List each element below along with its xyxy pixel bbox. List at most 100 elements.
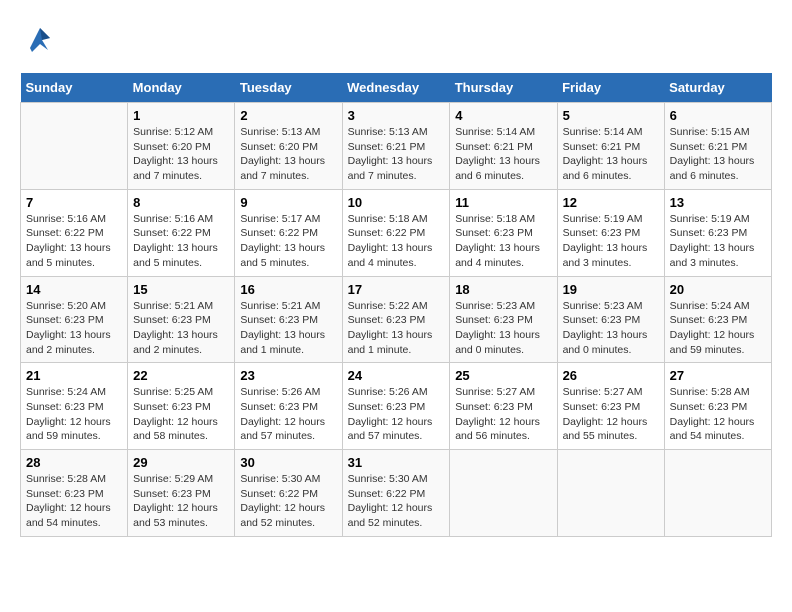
day-info: Sunrise: 5:22 AM Sunset: 6:23 PM Dayligh… xyxy=(348,299,445,358)
calendar-cell: 29 Sunrise: 5:29 AM Sunset: 6:23 PM Dayli… xyxy=(128,450,235,537)
day-info: Sunrise: 5:14 AM Sunset: 6:21 PM Dayligh… xyxy=(563,125,659,184)
day-info: Sunrise: 5:26 AM Sunset: 6:23 PM Dayligh… xyxy=(348,385,445,444)
day-info: Sunrise: 5:29 AM Sunset: 6:23 PM Dayligh… xyxy=(133,472,229,531)
calendar-cell: 31 Sunrise: 5:30 AM Sunset: 6:22 PM Dayli… xyxy=(342,450,450,537)
logo xyxy=(20,20,60,63)
day-number: 8 xyxy=(133,195,229,210)
calendar-cell: 7 Sunrise: 5:16 AM Sunset: 6:22 PM Daylig… xyxy=(21,189,128,276)
calendar-cell: 21Sunrise: 5:24 AM Sunset: 6:23 PM Dayli… xyxy=(21,363,128,450)
calendar-cell: 5 Sunrise: 5:14 AM Sunset: 6:21 PM Daylig… xyxy=(557,103,664,190)
day-info: Sunrise: 5:14 AM Sunset: 6:21 PM Dayligh… xyxy=(455,125,551,184)
day-number: 31 xyxy=(348,455,445,470)
day-number: 23 xyxy=(240,368,336,383)
calendar-week-row: 7 Sunrise: 5:16 AM Sunset: 6:22 PM Daylig… xyxy=(21,189,772,276)
day-info: Sunrise: 5:18 AM Sunset: 6:23 PM Dayligh… xyxy=(455,212,551,271)
day-info: Sunrise: 5:19 AM Sunset: 6:23 PM Dayligh… xyxy=(563,212,659,271)
page-header xyxy=(20,20,772,63)
calendar-cell xyxy=(21,103,128,190)
day-number: 1 xyxy=(133,108,229,123)
calendar-cell: 2 Sunrise: 5:13 AM Sunset: 6:20 PM Daylig… xyxy=(235,103,342,190)
day-info: Sunrise: 5:21 AM Sunset: 6:23 PM Dayligh… xyxy=(133,299,229,358)
day-number: 4 xyxy=(455,108,551,123)
weekday-header-row: SundayMondayTuesdayWednesdayThursdayFrid… xyxy=(21,73,772,103)
calendar-cell: 23 Sunrise: 5:26 AM Sunset: 6:23 PM Dayli… xyxy=(235,363,342,450)
day-info: Sunrise: 5:30 AM Sunset: 6:22 PM Dayligh… xyxy=(348,472,445,531)
weekday-header-wednesday: Wednesday xyxy=(342,73,450,103)
weekday-header-sunday: Sunday xyxy=(21,73,128,103)
day-number: 13 xyxy=(670,195,766,210)
day-number: 17 xyxy=(348,282,445,297)
weekday-header-saturday: Saturday xyxy=(664,73,771,103)
day-number: 5 xyxy=(563,108,659,123)
day-info: Sunrise: 5:28 AM Sunset: 6:23 PM Dayligh… xyxy=(670,385,766,444)
calendar-cell: 17 Sunrise: 5:22 AM Sunset: 6:23 PM Dayli… xyxy=(342,276,450,363)
day-number: 14 xyxy=(26,282,122,297)
day-number: 10 xyxy=(348,195,445,210)
calendar-cell xyxy=(450,450,557,537)
calendar-cell: 11 Sunrise: 5:18 AM Sunset: 6:23 PM Dayli… xyxy=(450,189,557,276)
day-number: 18 xyxy=(455,282,551,297)
calendar-cell: 3 Sunrise: 5:13 AM Sunset: 6:21 PM Daylig… xyxy=(342,103,450,190)
day-number: 3 xyxy=(348,108,445,123)
calendar-week-row: 1 Sunrise: 5:12 AM Sunset: 6:20 PM Daylig… xyxy=(21,103,772,190)
day-number: 12 xyxy=(563,195,659,210)
calendar-cell: 27 Sunrise: 5:28 AM Sunset: 6:23 PM Dayli… xyxy=(664,363,771,450)
day-number: 28 xyxy=(26,455,122,470)
calendar-week-row: 28 Sunrise: 5:28 AM Sunset: 6:23 PM Dayli… xyxy=(21,450,772,537)
calendar-cell: 8Sunrise: 5:16 AM Sunset: 6:22 PM Daylig… xyxy=(128,189,235,276)
day-info: Sunrise: 5:23 AM Sunset: 6:23 PM Dayligh… xyxy=(563,299,659,358)
day-info: Sunrise: 5:13 AM Sunset: 6:20 PM Dayligh… xyxy=(240,125,336,184)
day-info: Sunrise: 5:20 AM Sunset: 6:23 PM Dayligh… xyxy=(26,299,122,358)
day-number: 6 xyxy=(670,108,766,123)
weekday-header-thursday: Thursday xyxy=(450,73,557,103)
day-info: Sunrise: 5:16 AM Sunset: 6:22 PM Dayligh… xyxy=(26,212,122,271)
calendar-cell: 16 Sunrise: 5:21 AM Sunset: 6:23 PM Dayli… xyxy=(235,276,342,363)
day-info: Sunrise: 5:13 AM Sunset: 6:21 PM Dayligh… xyxy=(348,125,445,184)
day-info: Sunrise: 5:24 AM Sunset: 6:23 PM Dayligh… xyxy=(670,299,766,358)
day-info: Sunrise: 5:26 AM Sunset: 6:23 PM Dayligh… xyxy=(240,385,336,444)
calendar-cell: 10 Sunrise: 5:18 AM Sunset: 6:22 PM Dayli… xyxy=(342,189,450,276)
calendar-cell: 4 Sunrise: 5:14 AM Sunset: 6:21 PM Daylig… xyxy=(450,103,557,190)
calendar-cell: 22Sunrise: 5:25 AM Sunset: 6:23 PM Dayli… xyxy=(128,363,235,450)
calendar-cell: 14 Sunrise: 5:20 AM Sunset: 6:23 PM Dayli… xyxy=(21,276,128,363)
day-number: 27 xyxy=(670,368,766,383)
calendar-week-row: 21Sunrise: 5:24 AM Sunset: 6:23 PM Dayli… xyxy=(21,363,772,450)
calendar-cell: 18 Sunrise: 5:23 AM Sunset: 6:23 PM Dayli… xyxy=(450,276,557,363)
calendar-cell: 25Sunrise: 5:27 AM Sunset: 6:23 PM Dayli… xyxy=(450,363,557,450)
calendar-cell: 13Sunrise: 5:19 AM Sunset: 6:23 PM Dayli… xyxy=(664,189,771,276)
weekday-header-monday: Monday xyxy=(128,73,235,103)
day-number: 25 xyxy=(455,368,551,383)
day-info: Sunrise: 5:21 AM Sunset: 6:23 PM Dayligh… xyxy=(240,299,336,358)
day-number: 29 xyxy=(133,455,229,470)
calendar-cell xyxy=(664,450,771,537)
weekday-header-tuesday: Tuesday xyxy=(235,73,342,103)
day-number: 9 xyxy=(240,195,336,210)
day-info: Sunrise: 5:27 AM Sunset: 6:23 PM Dayligh… xyxy=(563,385,659,444)
day-info: Sunrise: 5:15 AM Sunset: 6:21 PM Dayligh… xyxy=(670,125,766,184)
day-number: 11 xyxy=(455,195,551,210)
day-number: 15 xyxy=(133,282,229,297)
day-info: Sunrise: 5:28 AM Sunset: 6:23 PM Dayligh… xyxy=(26,472,122,531)
day-number: 30 xyxy=(240,455,336,470)
calendar-cell: 26 Sunrise: 5:27 AM Sunset: 6:23 PM Dayli… xyxy=(557,363,664,450)
day-number: 19 xyxy=(563,282,659,297)
day-info: Sunrise: 5:18 AM Sunset: 6:22 PM Dayligh… xyxy=(348,212,445,271)
day-number: 16 xyxy=(240,282,336,297)
calendar-table: SundayMondayTuesdayWednesdayThursdayFrid… xyxy=(20,73,772,537)
calendar-cell: 9 Sunrise: 5:17 AM Sunset: 6:22 PM Daylig… xyxy=(235,189,342,276)
day-number: 26 xyxy=(563,368,659,383)
day-info: Sunrise: 5:30 AM Sunset: 6:22 PM Dayligh… xyxy=(240,472,336,531)
calendar-cell: 20 Sunrise: 5:24 AM Sunset: 6:23 PM Dayli… xyxy=(664,276,771,363)
calendar-cell: 1 Sunrise: 5:12 AM Sunset: 6:20 PM Daylig… xyxy=(128,103,235,190)
calendar-cell: 15 Sunrise: 5:21 AM Sunset: 6:23 PM Dayli… xyxy=(128,276,235,363)
day-number: 20 xyxy=(670,282,766,297)
calendar-cell: 19 Sunrise: 5:23 AM Sunset: 6:23 PM Dayli… xyxy=(557,276,664,363)
calendar-cell xyxy=(557,450,664,537)
day-info: Sunrise: 5:12 AM Sunset: 6:20 PM Dayligh… xyxy=(133,125,229,184)
calendar-cell: 28 Sunrise: 5:28 AM Sunset: 6:23 PM Dayli… xyxy=(21,450,128,537)
day-info: Sunrise: 5:23 AM Sunset: 6:23 PM Dayligh… xyxy=(455,299,551,358)
day-info: Sunrise: 5:17 AM Sunset: 6:22 PM Dayligh… xyxy=(240,212,336,271)
day-number: 21 xyxy=(26,368,122,383)
day-number: 2 xyxy=(240,108,336,123)
day-number: 7 xyxy=(26,195,122,210)
